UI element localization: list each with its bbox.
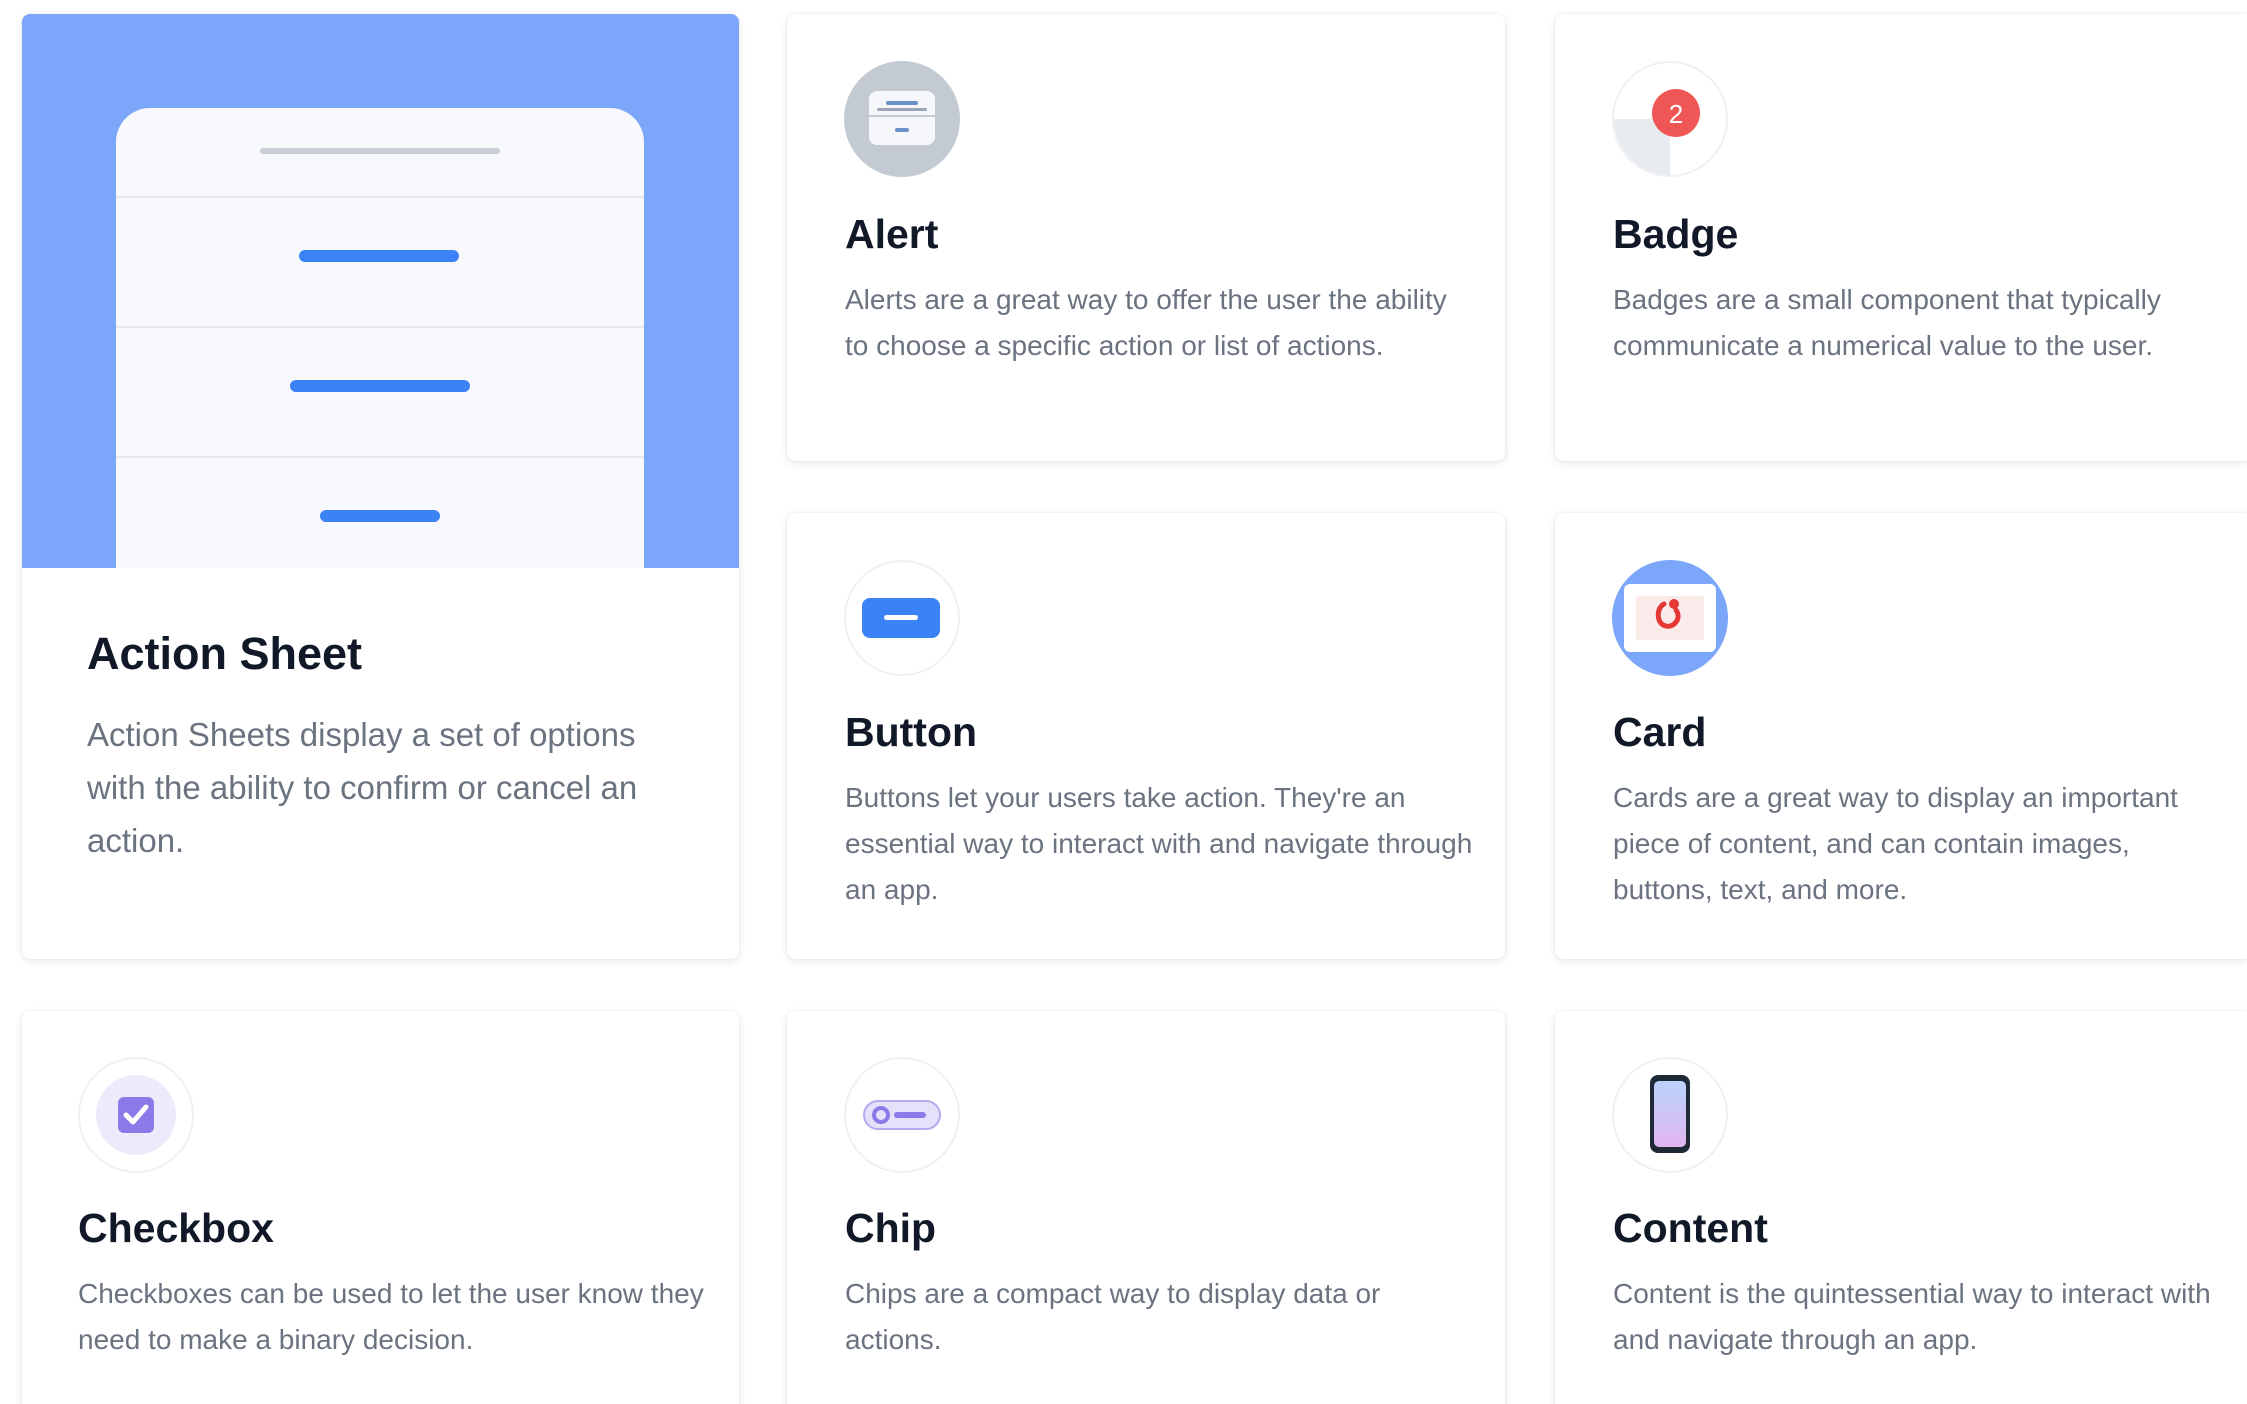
chip-card[interactable]: Chip Chips are a compact way to display … xyxy=(787,1011,1505,1404)
content-card[interactable]: Content Content is the quintessential wa… xyxy=(1555,1011,2247,1404)
card-description: Chips are a compact way to display data … xyxy=(845,1278,1381,1355)
content-icon xyxy=(1612,1057,1728,1173)
card-title: Action Sheet xyxy=(87,628,363,679)
sheet-divider xyxy=(116,326,644,328)
badge-count: 2 xyxy=(1669,99,1683,129)
sheet-option-bar xyxy=(299,250,459,262)
card-description: Checkboxes can be used to let the user k… xyxy=(78,1278,704,1355)
card-icon xyxy=(1612,560,1728,676)
sheet-option-bar xyxy=(320,510,440,522)
card-title: Chip xyxy=(845,1205,937,1251)
action-sheet-card[interactable]: Action Sheet Action Sheets display a set… xyxy=(22,14,739,959)
action-sheet-illustration xyxy=(22,14,739,568)
sheet-option-bar xyxy=(290,380,470,392)
chip-icon xyxy=(844,1057,960,1173)
sheet-divider xyxy=(116,456,644,458)
card-title: Badge xyxy=(1613,211,1739,257)
card-description: Action Sheets display a set of options w… xyxy=(87,716,638,859)
button-icon xyxy=(844,560,960,676)
alert-icon xyxy=(844,61,960,177)
badge-card[interactable]: 2 Badge Badges are a small component tha… xyxy=(1555,14,2247,461)
checkbox-icon xyxy=(78,1057,194,1173)
sheet-divider xyxy=(116,196,644,198)
action-sheet-mockup xyxy=(116,108,644,568)
button-card[interactable]: Button Buttons let your users take actio… xyxy=(787,513,1505,959)
card-title: Card xyxy=(1613,709,1707,755)
card-card[interactable]: Card Cards are a great way to display an… xyxy=(1555,513,2247,959)
component-grid: Action Sheet Action Sheets display a set… xyxy=(0,0,2247,1404)
card-description: Alerts are a great way to offer the user… xyxy=(845,284,1447,361)
sheet-grabber xyxy=(260,148,500,154)
card-title: Button xyxy=(845,709,978,755)
card-description: Content is the quintessential way to int… xyxy=(1613,1278,2211,1355)
card-title: Alert xyxy=(845,211,939,257)
checkbox-card[interactable]: Checkbox Checkboxes can be used to let t… xyxy=(22,1011,739,1404)
card-description: Cards are a great way to display an impo… xyxy=(1613,782,2178,905)
card-description: Badges are a small component that typica… xyxy=(1613,284,2161,361)
card-title: Checkbox xyxy=(78,1205,274,1251)
card-title: Content xyxy=(1613,1205,1768,1251)
card-description: Buttons let your users take action. They… xyxy=(845,782,1473,905)
badge-icon: 2 xyxy=(1612,61,1728,177)
alert-card[interactable]: Alert Alerts are a great way to offer th… xyxy=(787,14,1505,461)
